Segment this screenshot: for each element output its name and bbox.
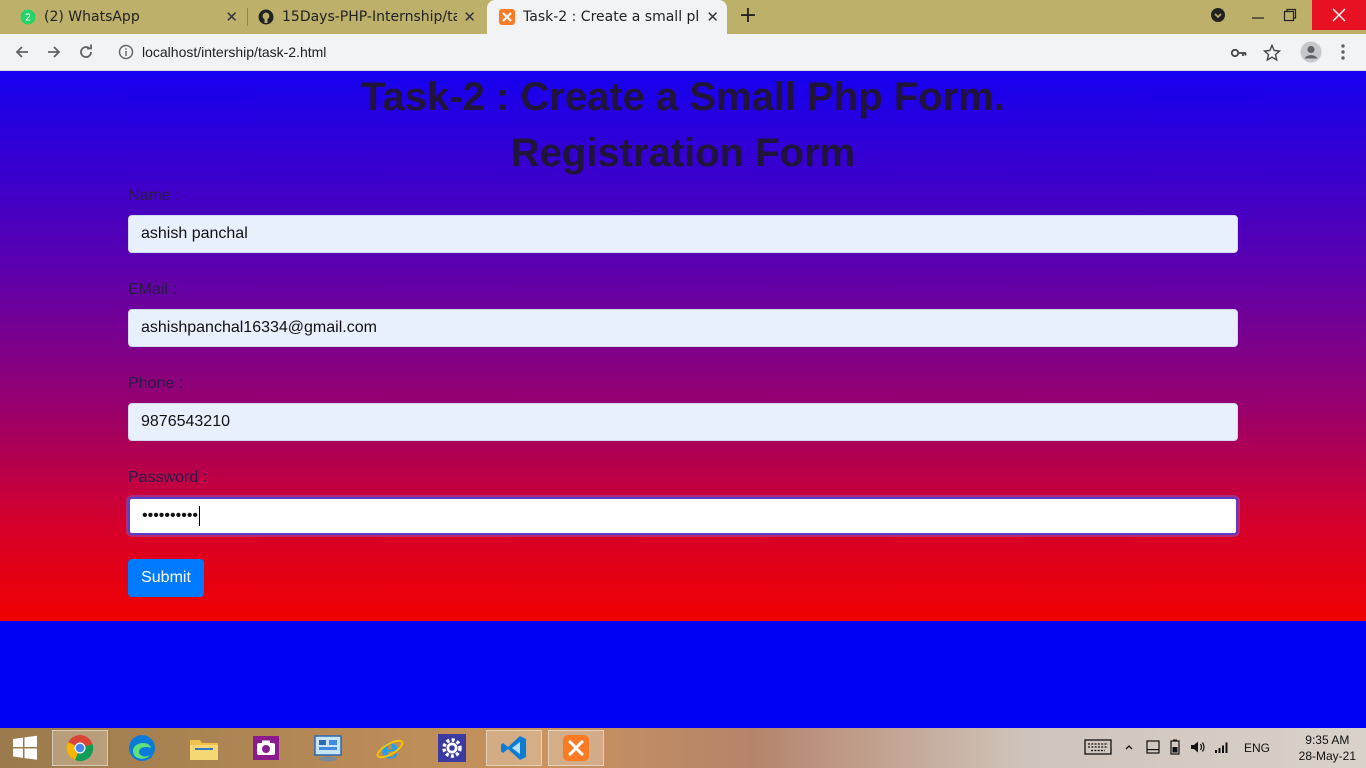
taskbar-file-explorer[interactable] — [176, 730, 232, 766]
browser-toolbar: localhost/intership/task-2.html — [0, 34, 1366, 71]
tab-title: Task-2 : Create a small php — [523, 9, 698, 25]
phone-value: 9876543210 — [141, 413, 230, 430]
taskbar-control-panel[interactable] — [300, 730, 356, 766]
browser-menu-icon[interactable] — [1331, 40, 1355, 64]
text-caret — [199, 506, 201, 526]
taskbar-edge[interactable] — [114, 730, 170, 766]
show-hidden-icons-chevron[interactable] — [1124, 741, 1134, 755]
name-input[interactable]: ashish panchal — [128, 215, 1238, 253]
tab-title: 15Days-PHP-Internship/ta — [282, 9, 457, 25]
profile-avatar-icon[interactable] — [1299, 40, 1323, 64]
internet-explorer-icon: e — [376, 734, 404, 762]
back-button[interactable] — [10, 40, 34, 64]
phone-input[interactable]: 9876543210 — [128, 403, 1238, 441]
tab-title: (2) WhatsApp — [44, 9, 140, 25]
xampp-taskbar-icon — [563, 735, 589, 761]
tab-whatsapp[interactable]: 2 (2) WhatsApp ✕ — [10, 0, 246, 34]
touch-keyboard-icon[interactable] — [1084, 738, 1112, 758]
name-value: ashish panchal — [141, 225, 248, 242]
taskbar-chrome[interactable] — [52, 730, 108, 766]
browser-tab-strip: 2 (2) WhatsApp ✕ 15Days-PHP-Internship/t… — [0, 0, 1366, 34]
phone-label: Phone : — [128, 375, 184, 392]
taskbar-settings[interactable] — [424, 730, 480, 766]
email-input[interactable]: ashishpanchal16334@gmail.com — [128, 309, 1238, 347]
taskbar-xampp[interactable] — [548, 730, 604, 766]
password-label: Password : — [128, 469, 208, 486]
language-indicator[interactable]: ENG — [1244, 741, 1270, 755]
minimize-button[interactable] — [1242, 0, 1274, 30]
action-center-icon[interactable] — [1146, 739, 1160, 757]
reload-button[interactable] — [74, 40, 98, 64]
settings-gear-icon — [438, 734, 466, 762]
vscode-icon — [501, 736, 526, 760]
site-info-icon[interactable] — [118, 44, 134, 60]
taskbar-clock[interactable]: 9:35 AM 28-May-21 — [1299, 732, 1356, 764]
key-icon[interactable] — [1230, 44, 1248, 62]
whatsapp-icon: 2 — [20, 9, 36, 25]
tab-search-icon[interactable] — [1204, 0, 1232, 30]
email-label: EMail : — [128, 281, 177, 298]
close-window-button[interactable] — [1312, 0, 1366, 30]
close-tab-icon[interactable]: ✕ — [463, 9, 476, 25]
password-input[interactable]: •••••••••• — [128, 497, 1238, 535]
volume-icon[interactable] — [1190, 740, 1206, 757]
new-tab-button[interactable]: + — [736, 5, 760, 29]
restore-button[interactable] — [1274, 0, 1306, 30]
close-tab-icon[interactable]: ✕ — [225, 9, 238, 25]
folder-icon — [190, 740, 218, 760]
clock-date: 28-May-21 — [1298, 749, 1356, 763]
taskbar-internet-explorer[interactable]: e — [362, 730, 418, 766]
taskbar-camera[interactable] — [238, 730, 294, 766]
url-text: localhost/intership/task-2.html — [142, 44, 327, 60]
tab-task2[interactable]: Task-2 : Create a small php ✕ — [487, 0, 727, 34]
forward-button[interactable] — [42, 40, 66, 64]
github-icon — [258, 9, 274, 25]
close-tab-icon[interactable]: ✕ — [706, 9, 719, 25]
start-button[interactable] — [0, 730, 50, 766]
edge-icon — [129, 735, 155, 761]
taskbar-vscode[interactable] — [486, 730, 542, 766]
clock-time: 9:35 AM — [1305, 733, 1350, 747]
windows-taskbar: e ENG 9:35 AM 28-May-21 — [0, 728, 1366, 768]
network-signal-icon[interactable] — [1214, 740, 1230, 757]
submit-button[interactable]: Submit — [128, 559, 204, 597]
battery-icon[interactable] — [1168, 739, 1182, 758]
chrome-icon — [66, 735, 94, 762]
registration-page: Task-2 : Create a Small Php Form. Regist… — [0, 71, 1366, 621]
email-value: ashishpanchal16334@gmail.com — [141, 319, 377, 336]
password-value: •••••••••• — [142, 507, 199, 524]
address-bar[interactable]: localhost/intership/task-2.html — [108, 38, 1292, 67]
page-title: Task-2 : Create a Small Php Form. — [361, 75, 1005, 119]
bookmark-star-icon[interactable] — [1262, 43, 1282, 62]
xampp-icon — [499, 9, 515, 25]
name-label: Name : — [128, 187, 180, 204]
control-panel-icon — [314, 735, 342, 762]
svg-text:2: 2 — [25, 13, 31, 24]
tab-github[interactable]: 15Days-PHP-Internship/ta ✕ — [248, 0, 484, 34]
camera-icon — [253, 736, 279, 760]
form-title: Registration Form — [510, 131, 856, 175]
system-tray: ENG — [1084, 728, 1274, 768]
